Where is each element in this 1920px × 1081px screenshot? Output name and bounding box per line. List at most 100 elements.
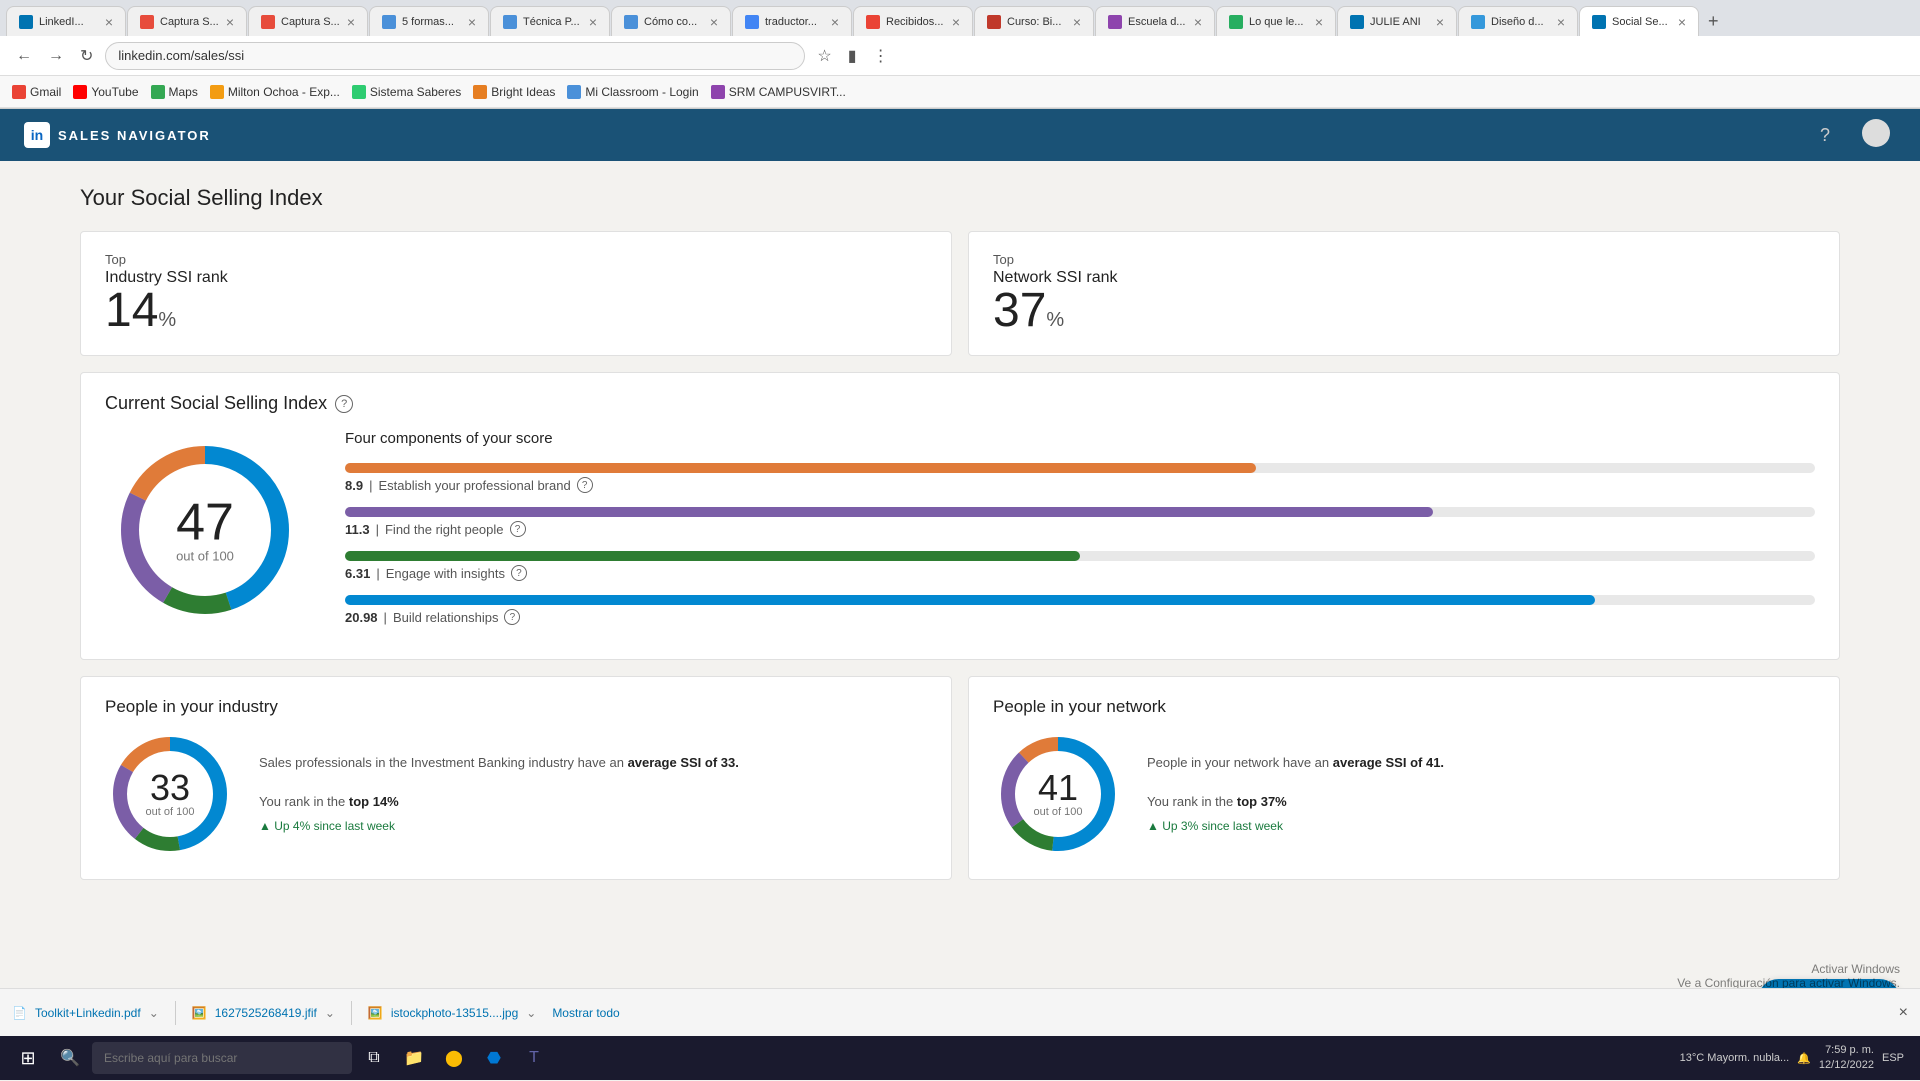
tab-close-4[interactable]: ×	[468, 14, 476, 30]
component-help-3[interactable]: ?	[511, 565, 527, 581]
network-description: People in your network have an	[1147, 755, 1329, 770]
taskbar-edge[interactable]: ⬣	[476, 1040, 512, 1076]
tab-title-7: traductor...	[765, 16, 825, 28]
download-1[interactable]: 📄 Toolkit+Linkedin.pdf ⌄	[12, 1006, 159, 1020]
profile-avatar-button[interactable]	[1856, 113, 1896, 158]
linkedin-logo-icon: in	[24, 122, 50, 148]
taskbar-search-input[interactable]	[92, 1042, 352, 1074]
tab-favicon-3	[261, 15, 275, 29]
tab-close-1[interactable]: ×	[105, 14, 113, 30]
tab-14-active[interactable]: Social Se... ×	[1579, 6, 1699, 36]
bookmark-gmail-icon	[12, 85, 26, 99]
tab-close-2[interactable]: ×	[226, 14, 234, 30]
component-score-1: 8.9	[345, 478, 363, 493]
download-img-icon-1: 🖼️	[192, 1006, 207, 1020]
tab-1[interactable]: LinkedI... ×	[6, 6, 126, 36]
menu-button[interactable]: ⋮	[869, 42, 893, 70]
component-label-3: 6.31 | Engage with insights ?	[345, 565, 1815, 581]
tab-close-7[interactable]: ×	[831, 14, 839, 30]
component-help-2[interactable]: ?	[510, 521, 526, 537]
download-bar: 📄 Toolkit+Linkedin.pdf ⌄ 🖼️ 162752526841…	[0, 988, 1920, 1036]
tab-close-8[interactable]: ×	[952, 14, 960, 30]
help-button[interactable]: ?	[1814, 119, 1836, 152]
taskbar-task-view[interactable]: ⧉	[356, 1040, 392, 1076]
forward-button[interactable]: →	[44, 43, 68, 69]
industry-trend: ▲ Up 4% since last week	[259, 817, 739, 835]
close-downloads-button[interactable]: ×	[1899, 1004, 1908, 1022]
tab-close-13[interactable]: ×	[1557, 14, 1565, 30]
start-button[interactable]: ⊞	[8, 1040, 48, 1076]
component-help-4[interactable]: ?	[504, 609, 520, 625]
bookmark-classroom[interactable]: Mi Classroom - Login	[567, 85, 698, 99]
tab-close-6[interactable]: ×	[710, 14, 718, 30]
tab-title-10: Escuela d...	[1128, 16, 1188, 28]
tab-6[interactable]: Cómo co... ×	[611, 6, 731, 36]
new-tab-button[interactable]: +	[1700, 11, 1727, 32]
ssi-help-icon[interactable]: ?	[335, 395, 353, 413]
network-trend: ▲ Up 3% since last week	[1147, 817, 1444, 835]
bookmark-bright-icon	[473, 85, 487, 99]
tab-close-9[interactable]: ×	[1073, 14, 1081, 30]
taskbar-search-icon[interactable]: 🔍	[52, 1040, 88, 1076]
network-rank-value: top 37%	[1237, 794, 1287, 809]
tab-10[interactable]: Escuela d... ×	[1095, 6, 1215, 36]
tab-favicon-1	[19, 15, 33, 29]
tab-close-11[interactable]: ×	[1315, 14, 1323, 30]
industry-top-label: Top	[105, 252, 927, 267]
download-2[interactable]: 🖼️ 1627525268419.jfif ⌄	[192, 1006, 335, 1020]
extensions-button[interactable]: ▮	[844, 42, 861, 70]
reload-button[interactable]: ↻	[76, 42, 97, 70]
bookmark-bright[interactable]: Bright Ideas	[473, 85, 555, 99]
tab-8[interactable]: Recibidos... ×	[853, 6, 973, 36]
bookmark-maps[interactable]: Maps	[151, 85, 198, 99]
score-components: Four components of your score 8.9 | Esta…	[345, 430, 1815, 639]
tab-13[interactable]: Diseño d... ×	[1458, 6, 1578, 36]
ssi-score-label: out of 100	[176, 549, 234, 564]
bookmark-button[interactable]: ☆	[813, 42, 835, 70]
ssi-score: 47	[176, 497, 234, 549]
tab-11[interactable]: Lo que le... ×	[1216, 6, 1336, 36]
download-3[interactable]: 🖼️ istockphoto-13515....jpg ⌄	[368, 1006, 536, 1020]
taskbar: ⊞ 🔍 ⧉ 📁 ⬤ ⬣ T 13°C Mayorm. nubla... 🔔 7:…	[0, 1036, 1920, 1080]
tab-close-12[interactable]: ×	[1436, 14, 1444, 30]
download-1-chevron[interactable]: ⌄	[149, 1006, 159, 1020]
url-input[interactable]	[105, 42, 805, 70]
taskbar-notification-icon[interactable]: 🔔	[1797, 1052, 1811, 1065]
download-3-chevron[interactable]: ⌄	[526, 1006, 536, 1020]
component-bar-3	[345, 551, 1080, 561]
tab-12[interactable]: JULIE ANI ×	[1337, 6, 1457, 36]
bookmark-youtube[interactable]: YouTube	[73, 85, 138, 99]
tab-3[interactable]: Captura S... ×	[248, 6, 368, 36]
network-rank-card: Top Network SSI rank 37%	[968, 231, 1840, 356]
tab-close-3[interactable]: ×	[347, 14, 355, 30]
download-2-chevron[interactable]: ⌄	[325, 1006, 335, 1020]
industry-donut-wrap: 33 out of 100	[105, 729, 235, 859]
network-rank-percent: %	[1046, 309, 1064, 331]
tab-4[interactable]: 5 formas... ×	[369, 6, 489, 36]
tab-7[interactable]: traductor... ×	[732, 6, 852, 36]
bookmark-saberes[interactable]: Sistema Saberes	[352, 85, 461, 99]
component-help-1[interactable]: ?	[577, 477, 593, 493]
tab-2[interactable]: Captura S... ×	[127, 6, 247, 36]
back-button[interactable]: ←	[12, 43, 36, 69]
industry-score-label: out of 100	[146, 806, 195, 818]
taskbar-teams[interactable]: T	[516, 1040, 552, 1076]
tab-close-14[interactable]: ×	[1678, 14, 1686, 30]
tab-favicon-13	[1471, 15, 1485, 29]
component-establish-brand: 8.9 | Establish your professional brand …	[345, 463, 1815, 493]
bookmark-milton[interactable]: Milton Ochoa - Exp...	[210, 85, 340, 99]
tab-5[interactable]: Técnica P... ×	[490, 6, 610, 36]
taskbar-file-explorer[interactable]: 📁	[396, 1040, 432, 1076]
bookmark-gmail[interactable]: Gmail	[12, 85, 61, 99]
tab-9[interactable]: Curso: Bi... ×	[974, 6, 1094, 36]
component-name-1: Establish your professional brand	[378, 478, 570, 493]
tab-close-5[interactable]: ×	[589, 14, 597, 30]
tab-close-10[interactable]: ×	[1194, 14, 1202, 30]
bookmark-srm[interactable]: SRM CAMPUSVIRT...	[711, 85, 846, 99]
ssi-section-title-text: Current Social Selling Index	[105, 393, 327, 414]
taskbar-chrome[interactable]: ⬤	[436, 1040, 472, 1076]
taskbar-time-date: 7:59 p. m. 12/12/2022	[1819, 1043, 1874, 1074]
tab-title-12: JULIE ANI	[1370, 16, 1430, 28]
show-all-downloads-button[interactable]: Mostrar todo	[552, 1006, 619, 1020]
download-2-name: 1627525268419.jfif	[215, 1006, 317, 1020]
